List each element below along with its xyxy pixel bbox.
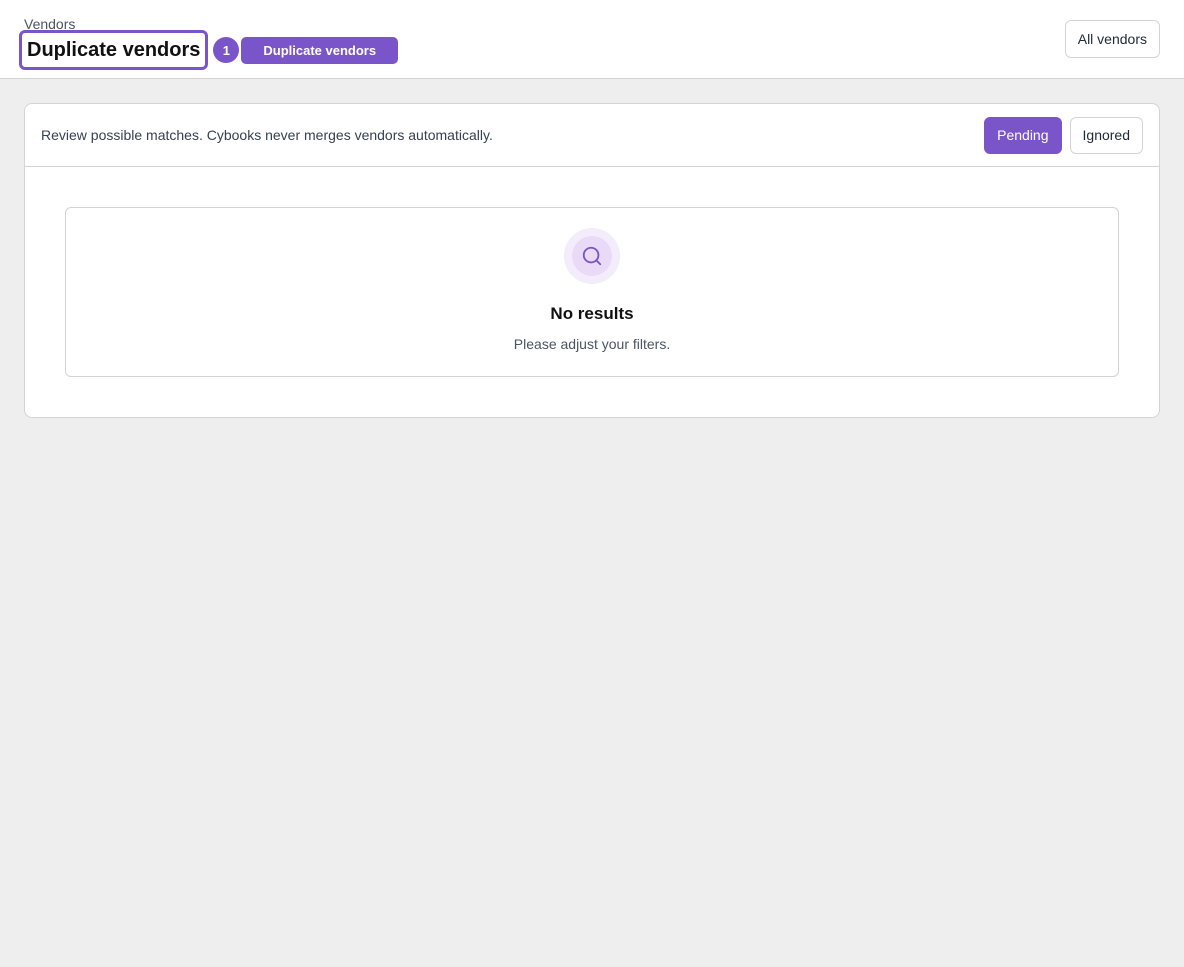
- page-header: Vendors Duplicate vendors 1 Duplicate ve…: [0, 0, 1184, 79]
- empty-icon-outer-circle: [564, 228, 620, 284]
- empty-state-subtitle: Please adjust your filters.: [513, 336, 671, 352]
- panel-header: Review possible matches. Cybooks never m…: [25, 104, 1159, 167]
- empty-state: No results Please adjust your filters.: [65, 207, 1119, 377]
- empty-state-title: No results: [550, 304, 634, 323]
- duplicates-panel: Review possible matches. Cybooks never m…: [24, 103, 1160, 418]
- all-vendors-button[interactable]: All vendors: [1064, 20, 1160, 58]
- empty-icon-inner-circle: [572, 236, 612, 276]
- step-label-badge: Duplicate vendors: [241, 36, 399, 64]
- page-title: Duplicate vendors: [19, 30, 209, 70]
- title-row: Duplicate vendors 1 Duplicate vendors: [19, 30, 399, 70]
- pending-filter-button[interactable]: Pending: [984, 116, 1062, 154]
- ignored-filter-button[interactable]: Ignored: [1069, 116, 1143, 154]
- search-icon: [582, 246, 602, 266]
- panel-description: Review possible matches. Cybooks never m…: [41, 127, 493, 143]
- step-number-badge: 1: [213, 37, 240, 63]
- filter-toggle-group: Pending Ignored: [984, 116, 1143, 154]
